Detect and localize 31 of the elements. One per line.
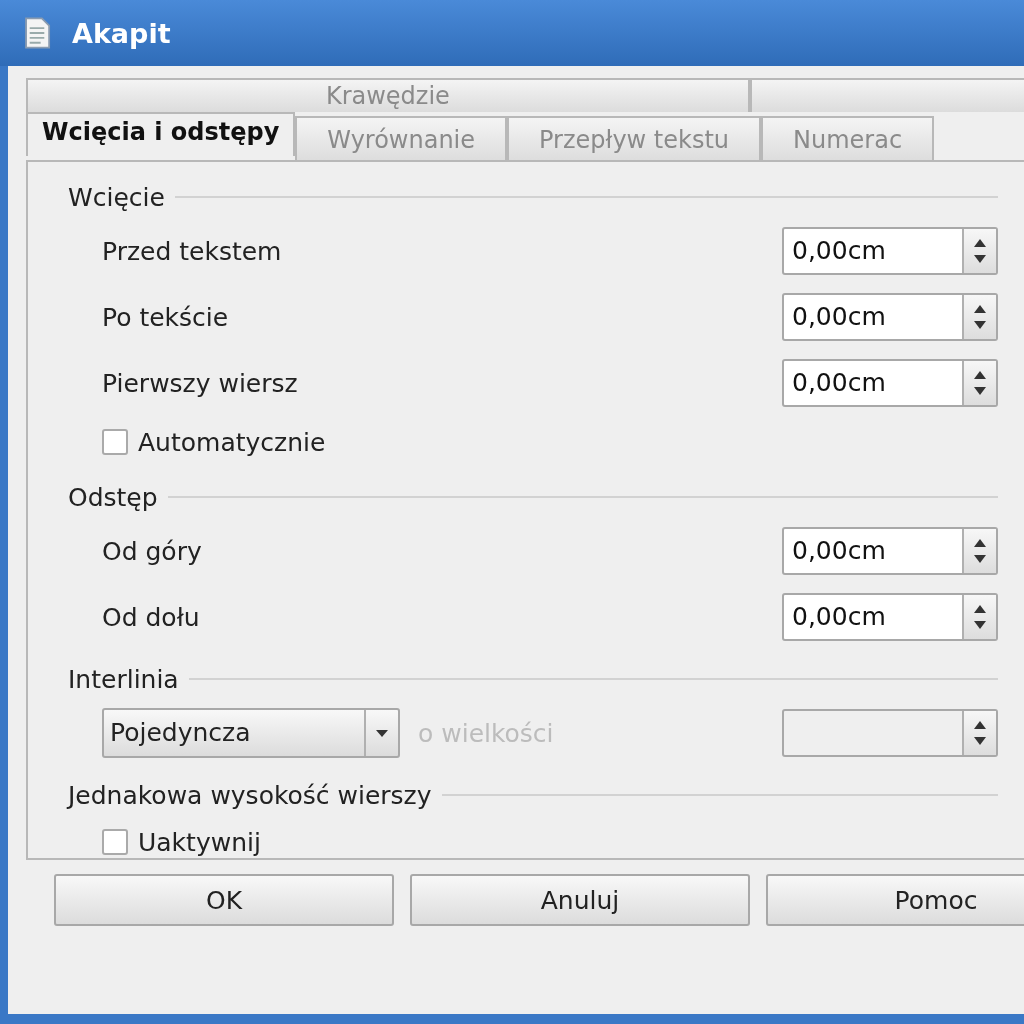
field-label: Od dołu — [102, 602, 201, 632]
spin-arrows-icon[interactable] — [962, 711, 996, 755]
checkbox-label: Automatycznie — [138, 427, 326, 457]
tab[interactable]: Wcięcia i odstępy — [26, 112, 296, 156]
field-label: Przed tekstem — [102, 236, 283, 266]
spin-arrows-icon[interactable] — [962, 529, 996, 573]
spin-field[interactable]: 0,00cm — [782, 527, 998, 575]
spin-arrows-icon[interactable] — [962, 229, 996, 273]
checkbox-label: Uaktywnij — [138, 827, 261, 857]
dialog-button[interactable]: OK — [54, 874, 394, 926]
section-title: Jednakowa wysokość wierszy — [68, 780, 432, 810]
section-title: Interlinia — [68, 664, 179, 694]
dialog-button[interactable]: Anuluj — [410, 874, 750, 926]
spin-arrows-icon[interactable] — [962, 295, 996, 339]
spin-field[interactable]: 0,00cm — [782, 593, 998, 641]
checkbox[interactable] — [102, 429, 128, 455]
window-title: Akapit — [72, 17, 171, 49]
field-label: Po tekście — [102, 302, 230, 332]
section-title: Wcięcie — [68, 182, 165, 212]
spin-field[interactable] — [782, 709, 998, 757]
spin-arrows-icon[interactable] — [962, 361, 996, 405]
section-title: Odstęp — [68, 482, 158, 512]
document-icon — [22, 16, 52, 50]
spin-arrows-icon[interactable] — [962, 595, 996, 639]
spin-field[interactable]: 0,00cm — [782, 293, 998, 341]
spin-field[interactable]: 0,00cm — [782, 359, 998, 407]
spin-field[interactable]: 0,00cm — [782, 227, 998, 275]
dialog-button[interactable]: Pomoc — [766, 874, 1024, 926]
field-label: Od góry — [102, 536, 203, 566]
checkbox[interactable] — [102, 829, 128, 855]
field-label: Pierwszy wiersz — [102, 368, 299, 398]
